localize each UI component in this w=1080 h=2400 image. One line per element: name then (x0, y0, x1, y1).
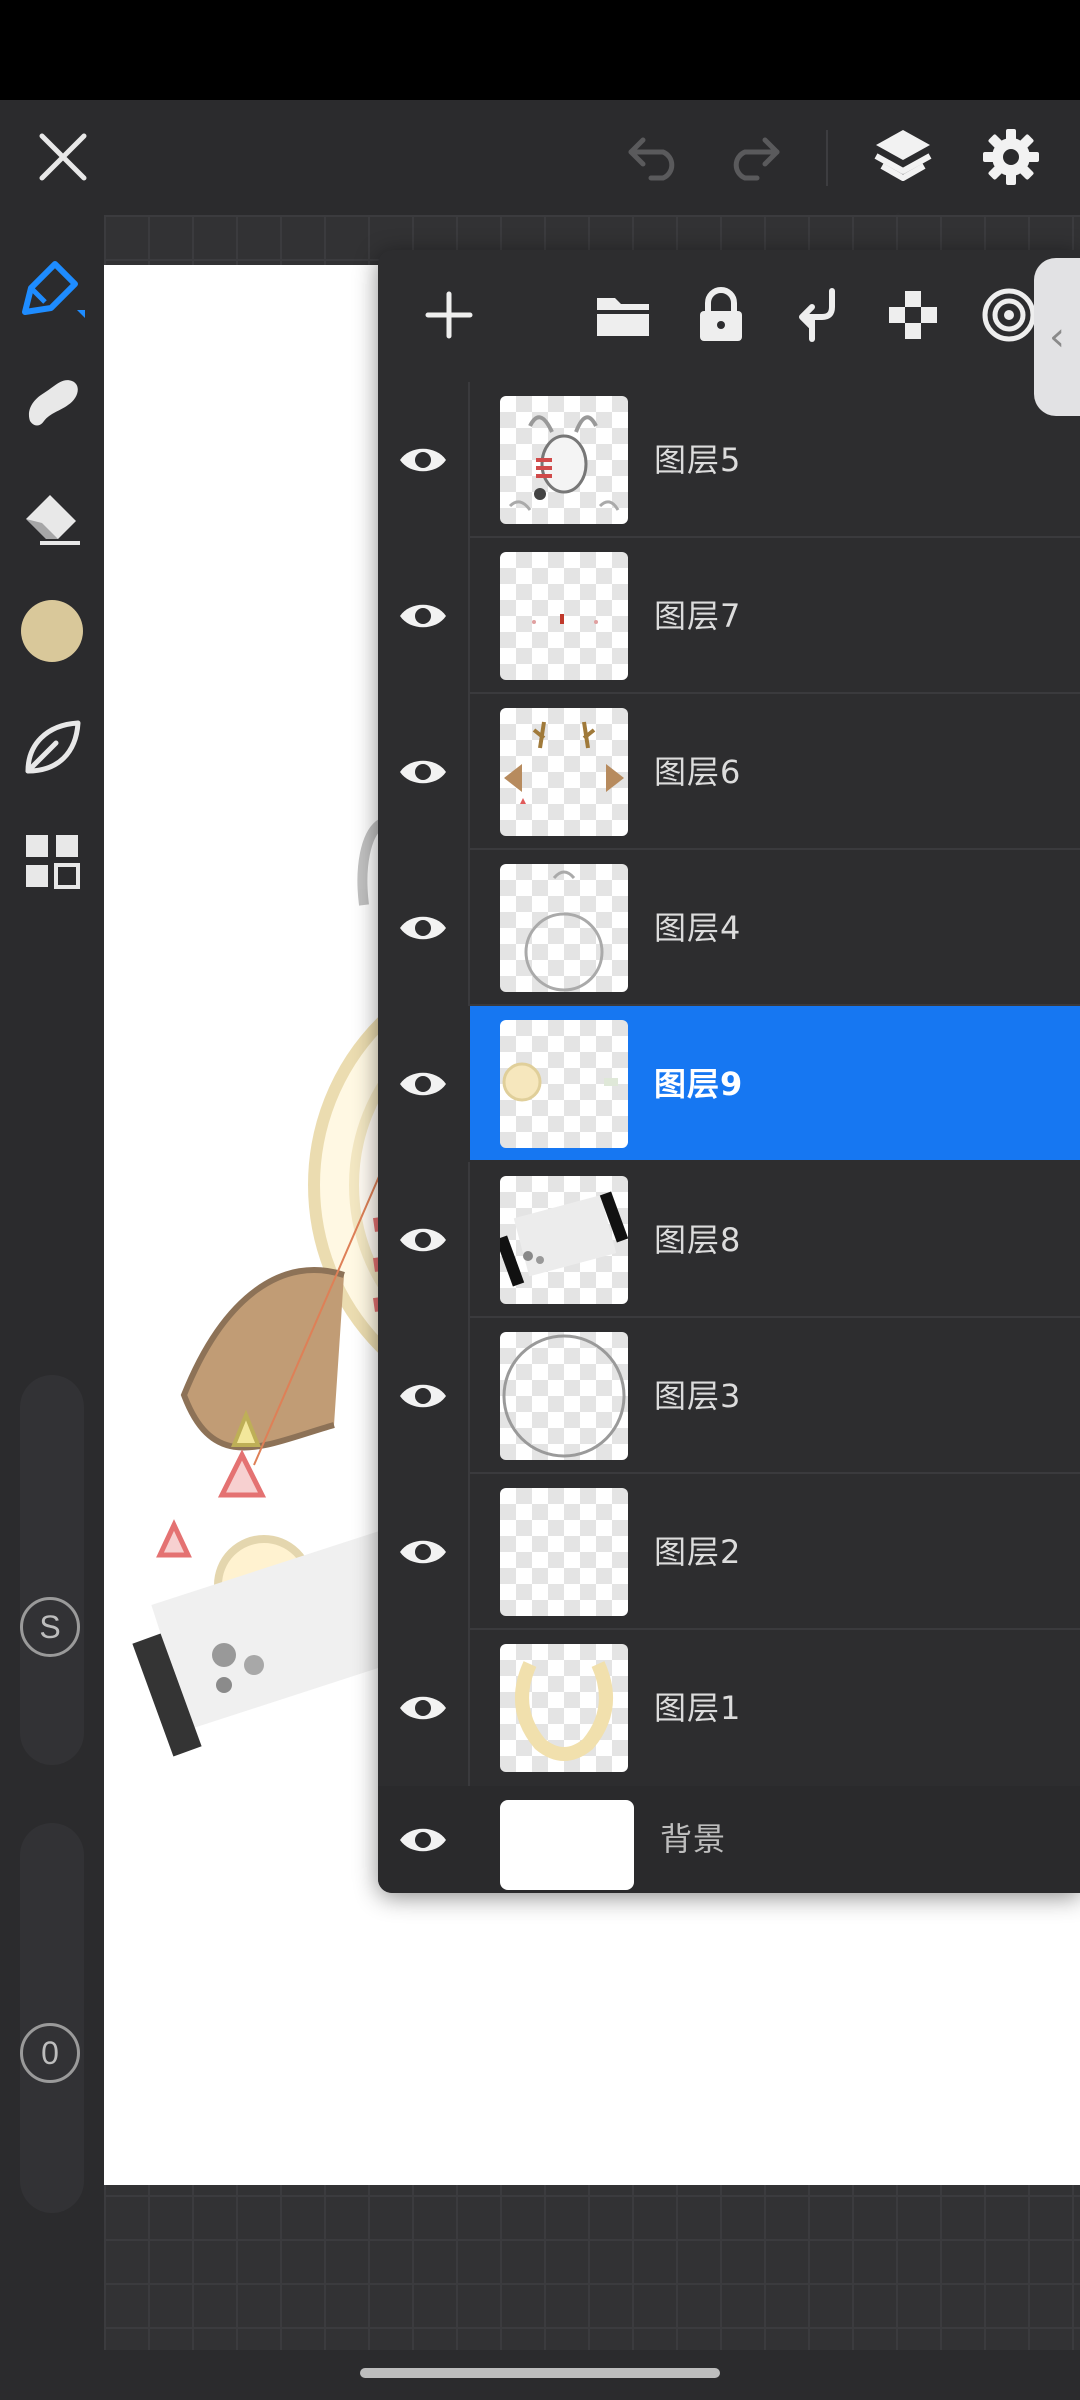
lock-icon (700, 287, 742, 341)
layer-name: 背景 (660, 1820, 727, 1858)
visibility-toggle[interactable] (378, 382, 468, 538)
layer-name: 图层7 (654, 597, 742, 635)
eye-icon (400, 1828, 446, 1851)
row-divider (468, 1318, 470, 1474)
eye-icon (400, 1540, 446, 1564)
eye-icon (400, 1384, 446, 1408)
lock-layer-button[interactable] (686, 280, 756, 350)
add-layer-button[interactable] (414, 280, 484, 350)
visibility-toggle[interactable] (378, 538, 468, 694)
layer-name: 图层8 (654, 1221, 742, 1259)
visibility-toggle[interactable] (378, 1474, 468, 1630)
toolbar-divider (826, 130, 828, 186)
brush-size-badge: S (20, 1597, 80, 1657)
visibility-toggle[interactable] (378, 850, 468, 1006)
layer-thumbnail (500, 1332, 628, 1460)
color-swatch[interactable] (0, 595, 104, 667)
layer-row[interactable]: 图层7 (378, 538, 1080, 694)
visibility-toggle[interactable] (378, 1630, 468, 1786)
visibility-toggle[interactable] (378, 1006, 468, 1162)
redo-icon[interactable] (718, 124, 788, 190)
merge-down-button[interactable] (782, 280, 852, 350)
visibility-toggle[interactable] (378, 1318, 468, 1474)
layer-thumbnail (500, 1176, 628, 1304)
row-divider (468, 1162, 470, 1318)
layer-name: 图层4 (654, 909, 742, 947)
spiral-icon (982, 288, 1036, 342)
brush-library[interactable] (0, 711, 104, 783)
row-divider (468, 1630, 470, 1786)
smudge-icon (28, 380, 78, 426)
color-swatch-circle (21, 600, 83, 662)
layer-row[interactable]: 图层4 (378, 850, 1080, 1006)
status-bar (0, 0, 1080, 100)
add-icon (425, 291, 473, 339)
row-divider (468, 850, 470, 1006)
layer-thumbnail (500, 552, 628, 680)
layer-name: 图层1 (654, 1689, 742, 1727)
layer-row[interactable]: 图层5 (378, 382, 1080, 538)
eye-icon (400, 1228, 446, 1252)
eye-icon (400, 1072, 446, 1096)
layer-row[interactable]: 图层3 (378, 1318, 1080, 1474)
layers-icon[interactable] (866, 120, 940, 194)
row-divider (468, 1474, 470, 1630)
background-layer-row[interactable]: 背景 (378, 1786, 1080, 1893)
close-icon[interactable] (30, 124, 96, 190)
leaf-icon (25, 720, 81, 774)
alpha-lock-button[interactable] (878, 280, 948, 350)
left-toolbar: S 0 (0, 215, 104, 2350)
visibility-toggle[interactable] (378, 1162, 468, 1318)
smudge-tool[interactable] (0, 365, 104, 437)
layer-thumbnail (500, 708, 628, 836)
folder-icon (597, 298, 649, 336)
layer-row[interactable]: 图层2 (378, 1474, 1080, 1630)
layer-row[interactable]: 图层6 (378, 694, 1080, 850)
grid-icon (26, 835, 80, 889)
visibility-toggle[interactable] (378, 694, 468, 850)
layer-thumbnail (500, 396, 628, 524)
layer-thumbnail (500, 1488, 628, 1616)
eye-icon (400, 448, 446, 472)
visibility-toggle[interactable] (378, 1786, 468, 1893)
gallery[interactable] (0, 825, 104, 897)
pen-icon (22, 261, 85, 318)
undo-icon[interactable] (620, 124, 690, 190)
layer-name: 图层3 (654, 1377, 742, 1415)
layer-name: 图层5 (654, 441, 742, 479)
layers-panel: 图层5 图层7 图层6 图层4 图层9 图层8 图层3 图层2 图层1 背景 (378, 250, 1080, 1893)
chevron-left-icon: ‹ (1049, 314, 1065, 360)
row-divider (468, 538, 470, 694)
eye-icon (400, 760, 446, 784)
top-toolbar (0, 100, 1080, 215)
layer-row-selected[interactable]: 图层9 (378, 1006, 1080, 1162)
layer-row[interactable]: 图层1 (378, 1630, 1080, 1786)
eraser-icon (26, 495, 80, 545)
eye-icon (400, 604, 446, 628)
eye-icon (400, 1696, 446, 1720)
transparency-icon (889, 291, 937, 339)
brush-size-slider[interactable] (20, 1375, 84, 1765)
new-group-button[interactable] (588, 280, 658, 350)
layer-thumbnail (500, 864, 628, 992)
eraser-tool[interactable] (0, 481, 104, 553)
layer-name: 图层9 (654, 1065, 744, 1103)
layer-thumbnail (500, 1644, 628, 1772)
pen-tool[interactable] (0, 253, 104, 325)
gear-icon[interactable] (974, 120, 1048, 194)
layer-thumbnail (500, 1020, 628, 1148)
opacity-slider[interactable] (20, 1823, 84, 2213)
merge-down-icon (799, 288, 835, 342)
layer-thumbnail (500, 1800, 634, 1890)
home-indicator[interactable] (360, 2368, 720, 2378)
opacity-badge: 0 (20, 2023, 80, 2083)
layer-name: 图层2 (654, 1533, 742, 1571)
panel-collapse-tab[interactable]: ‹ (1034, 258, 1080, 416)
eye-icon (400, 916, 446, 940)
layers-panel-toolbar (378, 250, 1080, 380)
layer-name: 图层6 (654, 753, 742, 791)
row-divider (468, 382, 470, 538)
layer-row[interactable]: 图层8 (378, 1162, 1080, 1318)
row-divider (468, 694, 470, 850)
